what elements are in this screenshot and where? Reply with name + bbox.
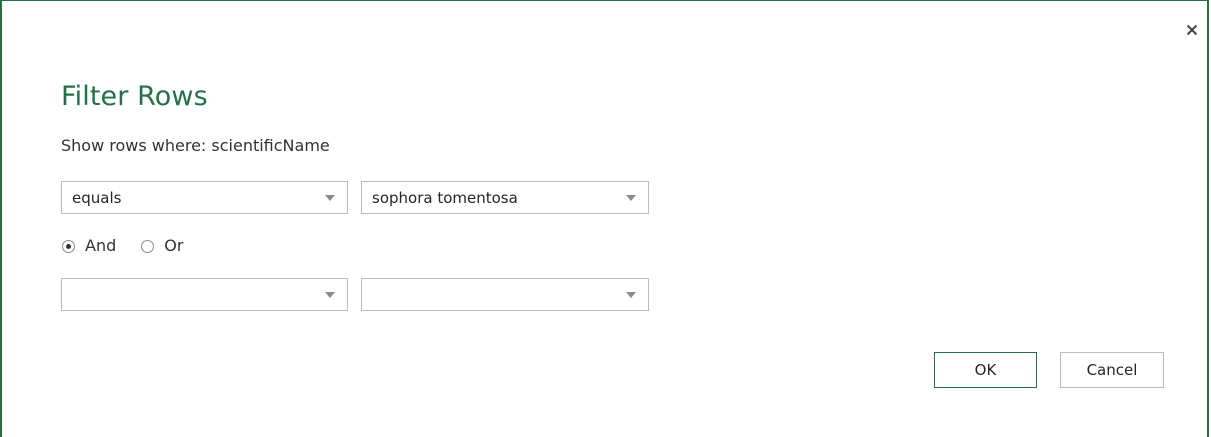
or-radio-label: Or [164, 236, 184, 255]
chevron-down-icon [325, 195, 335, 201]
condition1-operator-dropdown[interactable]: equals [61, 181, 348, 214]
condition2-operator-dropdown[interactable] [61, 278, 348, 311]
and-radio-label: And [85, 236, 117, 255]
condition1-operator-value: equals [72, 189, 122, 207]
cancel-button[interactable]: Cancel [1060, 352, 1164, 388]
close-button[interactable] [1181, 19, 1203, 41]
and-radio-indicator[interactable] [62, 239, 75, 253]
and-radio[interactable]: And [61, 236, 116, 256]
condition2-value-dropdown[interactable] [361, 278, 649, 311]
ok-button[interactable]: OK [934, 352, 1037, 388]
condition1-value-text: sophora tomentosa [372, 189, 518, 207]
chevron-down-icon [626, 292, 636, 298]
condition1-value-dropdown[interactable]: sophora tomentosa [361, 181, 649, 214]
chevron-down-icon [325, 292, 335, 298]
filter-rows-dialog: Filter Rows Show rows where: scientificN… [0, 0, 1209, 437]
chevron-down-icon [626, 195, 636, 201]
dialog-subtitle: Show rows where: scientificName [61, 136, 330, 155]
close-icon [1186, 24, 1198, 36]
or-radio[interactable]: Or [140, 236, 183, 256]
dialog-title: Filter Rows [61, 81, 208, 112]
or-radio-indicator[interactable] [141, 239, 155, 253]
logic-radio-group: And Or [61, 234, 207, 258]
